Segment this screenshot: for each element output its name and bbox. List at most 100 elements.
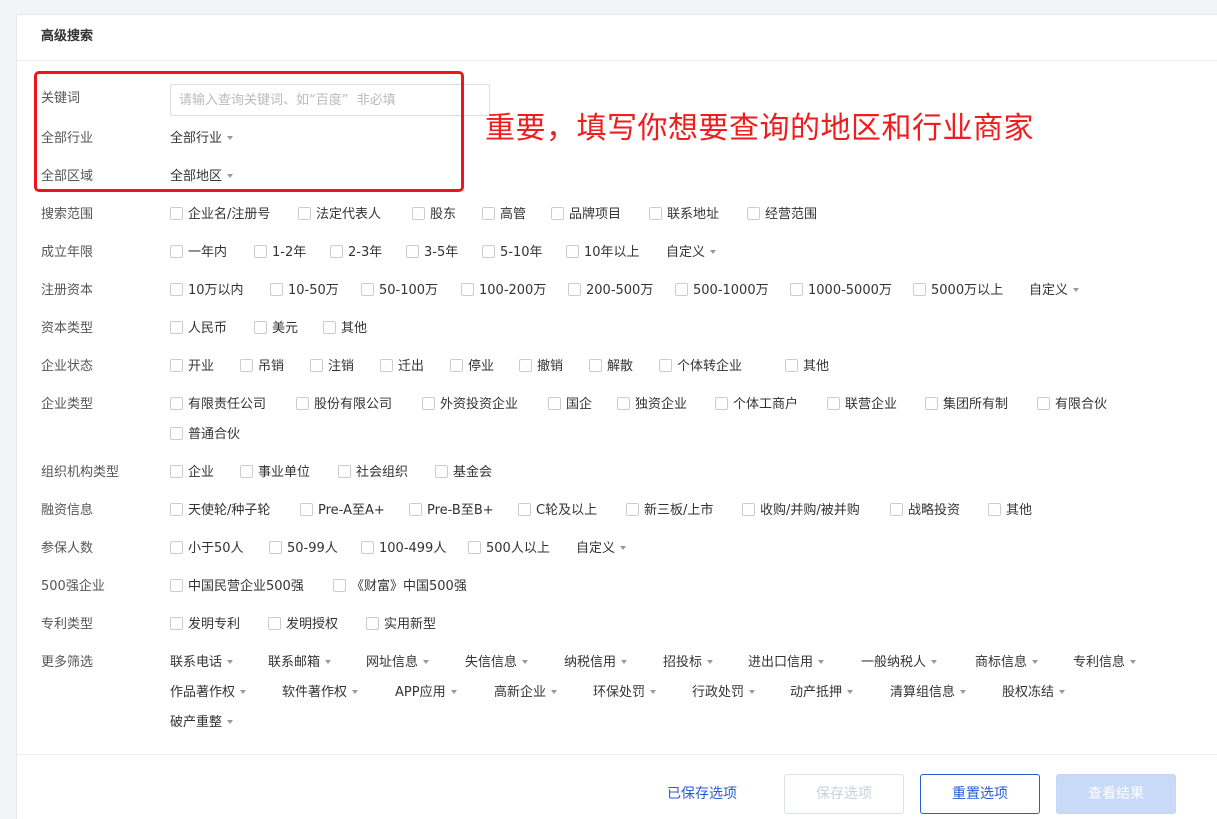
scope-option[interactable]: 品牌项目 xyxy=(551,205,621,225)
more-filter-dropdown[interactable]: 环保处罚 xyxy=(593,683,657,703)
more-filter-dropdown[interactable]: 软件著作权 xyxy=(282,683,359,703)
checkbox[interactable] xyxy=(240,359,253,372)
checkbox[interactable] xyxy=(742,503,755,516)
capital-type-option[interactable]: 人民币 xyxy=(170,319,227,339)
patent-option[interactable]: 实用新型 xyxy=(366,615,436,635)
checkbox[interactable] xyxy=(170,359,183,372)
more-filter-dropdown[interactable]: 作品著作权 xyxy=(170,683,247,703)
checkbox[interactable] xyxy=(170,283,183,296)
org-type-option[interactable]: 事业单位 xyxy=(240,463,310,483)
more-filter-dropdown[interactable]: 联系邮箱 xyxy=(268,653,332,673)
checkbox[interactable] xyxy=(406,245,419,258)
checkbox[interactable] xyxy=(412,207,425,220)
insured-option[interactable]: 100-499人 xyxy=(361,539,446,559)
founded-option[interactable]: 一年内 xyxy=(170,243,227,263)
insured-option[interactable]: 500人以上 xyxy=(468,539,550,559)
checkbox[interactable] xyxy=(988,503,1001,516)
founded-option[interactable]: 5-10年 xyxy=(482,243,543,263)
checkbox[interactable] xyxy=(310,359,323,372)
more-filter-dropdown[interactable]: 纳税信用 xyxy=(564,653,628,673)
view-results-button[interactable]: 查看结果 xyxy=(1056,774,1176,814)
financing-option[interactable]: 天使轮/种子轮 xyxy=(170,501,270,521)
checkbox[interactable] xyxy=(675,283,688,296)
checkbox[interactable] xyxy=(330,245,343,258)
capital-option[interactable]: 100-200万 xyxy=(461,281,546,301)
scope-option[interactable]: 法定代表人 xyxy=(298,205,381,225)
financing-option[interactable]: Pre-B至B+ xyxy=(409,501,494,521)
checkbox[interactable] xyxy=(170,427,183,440)
checkbox[interactable] xyxy=(170,541,183,554)
checkbox[interactable] xyxy=(298,207,311,220)
checkbox[interactable] xyxy=(548,397,561,410)
saved-options-link[interactable]: 已保存选项 xyxy=(667,783,737,803)
capital-custom-dropdown[interactable]: 自定义 xyxy=(1029,281,1080,301)
company-type-option[interactable]: 集团所有制 xyxy=(925,395,1008,415)
status-option[interactable]: 开业 xyxy=(170,357,214,377)
capital-option[interactable]: 5000万以上 xyxy=(913,281,1003,301)
checkbox[interactable] xyxy=(626,503,639,516)
status-option[interactable]: 吊销 xyxy=(240,357,284,377)
more-filter-dropdown[interactable]: 商标信息 xyxy=(975,653,1039,673)
company-type-option[interactable]: 股份有限公司 xyxy=(296,395,392,415)
checkbox[interactable] xyxy=(568,283,581,296)
checkbox[interactable] xyxy=(170,465,183,478)
checkbox[interactable] xyxy=(170,321,183,334)
more-filter-dropdown[interactable]: 行政处罚 xyxy=(692,683,756,703)
checkbox[interactable] xyxy=(361,283,374,296)
checkbox[interactable] xyxy=(482,207,495,220)
status-option[interactable]: 其他 xyxy=(785,357,829,377)
financing-option[interactable]: 新三板/上市 xyxy=(626,501,713,521)
more-filter-dropdown[interactable]: 进出口信用 xyxy=(748,653,825,673)
company-type-option[interactable]: 联营企业 xyxy=(827,395,897,415)
checkbox[interactable] xyxy=(649,207,662,220)
checkbox[interactable] xyxy=(323,321,336,334)
checkbox[interactable] xyxy=(790,283,803,296)
more-filter-dropdown[interactable]: 专利信息 xyxy=(1073,653,1137,673)
save-options-button[interactable]: 保存选项 xyxy=(784,774,904,814)
checkbox[interactable] xyxy=(450,359,463,372)
checkbox[interactable] xyxy=(270,283,283,296)
more-filter-dropdown[interactable]: 联系电话 xyxy=(170,653,234,673)
checkbox[interactable] xyxy=(482,245,495,258)
founded-option[interactable]: 3-5年 xyxy=(406,243,458,263)
patent-option[interactable]: 发明专利 xyxy=(170,615,240,635)
checkbox[interactable] xyxy=(170,617,183,630)
financing-option[interactable]: 收购/并购/被并购 xyxy=(742,501,860,521)
checkbox[interactable] xyxy=(518,503,531,516)
financing-option[interactable]: 其他 xyxy=(988,501,1032,521)
more-filter-dropdown[interactable]: 清算组信息 xyxy=(890,683,967,703)
more-filter-dropdown[interactable]: 动产抵押 xyxy=(790,683,854,703)
status-option[interactable]: 停业 xyxy=(450,357,494,377)
founded-option[interactable]: 2-3年 xyxy=(330,243,382,263)
company-type-option[interactable]: 个体工商户 xyxy=(715,395,798,415)
status-option[interactable]: 迁出 xyxy=(380,357,424,377)
checkbox[interactable] xyxy=(435,465,448,478)
checkbox[interactable] xyxy=(254,245,267,258)
company-type-option[interactable]: 有限责任公司 xyxy=(170,395,266,415)
checkbox[interactable] xyxy=(551,207,564,220)
more-filter-dropdown[interactable]: 高新企业 xyxy=(494,683,558,703)
insured-option[interactable]: 小于50人 xyxy=(170,539,244,559)
region-dropdown[interactable]: 全部地区 xyxy=(170,167,234,187)
status-option[interactable]: 解散 xyxy=(589,357,633,377)
founded-custom-dropdown[interactable]: 自定义 xyxy=(666,243,717,263)
checkbox[interactable] xyxy=(170,245,183,258)
capital-option[interactable]: 50-100万 xyxy=(361,281,438,301)
checkbox[interactable] xyxy=(827,397,840,410)
checkbox[interactable] xyxy=(269,541,282,554)
checkbox[interactable] xyxy=(566,245,579,258)
more-filter-dropdown[interactable]: 失信信息 xyxy=(465,653,529,673)
checkbox[interactable] xyxy=(925,397,938,410)
financing-option[interactable]: Pre-A至A+ xyxy=(300,501,385,521)
company-type-option[interactable]: 外资投资企业 xyxy=(422,395,518,415)
scope-option[interactable]: 企业名/注册号 xyxy=(170,205,270,225)
capital-option[interactable]: 10-50万 xyxy=(270,281,339,301)
more-filter-dropdown[interactable]: 破产重整 xyxy=(170,713,234,733)
status-option[interactable]: 撤销 xyxy=(519,357,563,377)
checkbox[interactable] xyxy=(361,541,374,554)
checkbox[interactable] xyxy=(461,283,474,296)
checkbox[interactable] xyxy=(659,359,672,372)
scope-option[interactable]: 股东 xyxy=(412,205,456,225)
capital-option[interactable]: 1000-5000万 xyxy=(790,281,892,301)
company-type-option[interactable]: 普通合伙 xyxy=(170,425,240,445)
